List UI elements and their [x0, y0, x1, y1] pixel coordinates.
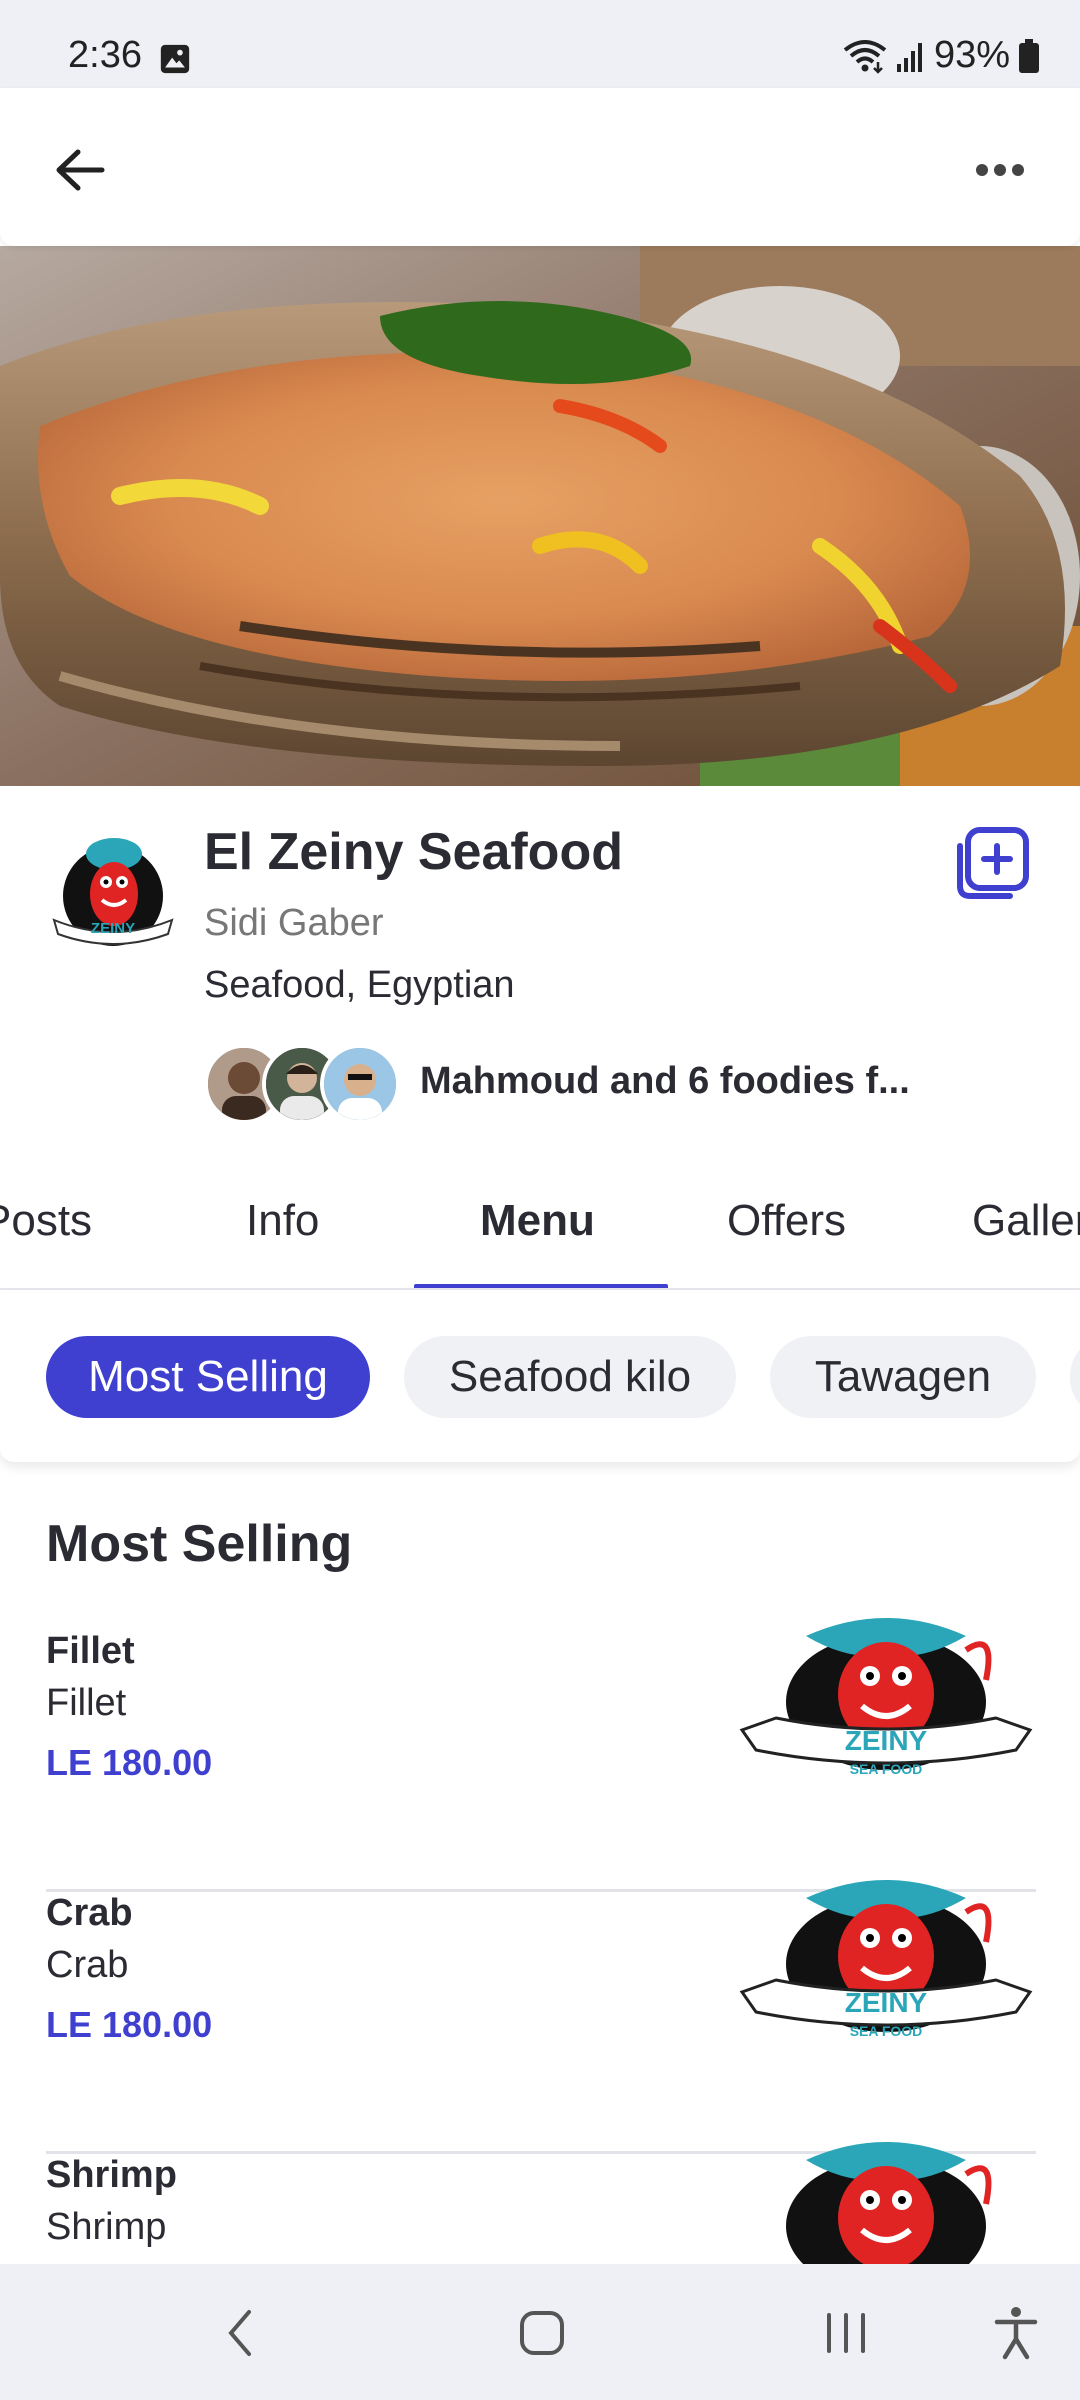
nav-home-button[interactable]: [502, 2298, 582, 2368]
restaurant-area: Sidi Gaber: [204, 902, 384, 944]
chip-seafood-kilo[interactable]: Seafood kilo: [404, 1336, 736, 1418]
restaurant-name: El Zeiny Seafood: [204, 823, 623, 881]
item-name: Shrimp: [46, 2154, 177, 2196]
hero-image: [0, 246, 1080, 786]
more-dots-icon: [976, 164, 1024, 176]
logo-brand-text: ZEINY: [845, 1725, 928, 1756]
signal-icon: [896, 42, 922, 72]
foodie-avatars[interactable]: [204, 1044, 404, 1126]
item-description: Fillet: [46, 1682, 127, 1724]
logo-sub-text: SEA FOOD: [850, 1761, 923, 1777]
more-options-button[interactable]: [960, 134, 1040, 206]
nav-back-button[interactable]: [200, 2298, 280, 2368]
nav-home-icon: [520, 2311, 564, 2355]
nav-recents-icon: [827, 2313, 865, 2353]
tab-info[interactable]: Info: [246, 1196, 319, 1246]
item-name: Crab: [46, 1892, 133, 1934]
avatar: [320, 1044, 400, 1124]
tab-posts[interactable]: Posts: [0, 1196, 92, 1246]
chip-most-selling[interactable]: Most Selling: [46, 1336, 370, 1418]
item-name: Fillet: [46, 1630, 135, 1672]
menu-item-shrimp[interactable]: Shrimp Shrimp: [46, 2142, 1036, 2264]
status-right: 93%: [842, 34, 1040, 77]
category-chips: Most Selling Seafood kilo Tawagen: [0, 1290, 1080, 1462]
battery-percent: 93%: [933, 34, 1010, 76]
battery-icon: [1019, 38, 1039, 73]
item-price: LE 180.00: [46, 2004, 213, 2045]
nav-back-icon: [228, 2310, 251, 2356]
tab-bar: Posts Info Menu Offers Gallery: [0, 1156, 1080, 1290]
nav-recents-button[interactable]: [806, 2298, 886, 2368]
item-price: LE 180.00: [46, 1742, 213, 1783]
menu-item-fillet[interactable]: Fillet Fillet LE 180.00 ZEINY SEA FOOD: [46, 1618, 1036, 1892]
menu-item-crab[interactable]: Crab Crab LE 180.00 ZEINY SEA FOOD: [46, 1880, 1036, 2154]
status-bar: 2:36 93%: [0, 0, 1080, 88]
restaurant-logo: ZEINY: [52, 838, 174, 946]
logo-brand-text: ZEINY: [91, 920, 135, 937]
foodies-followers-text[interactable]: Mahmoud and 6 foodies f...: [420, 1060, 910, 1103]
accessibility-icon: [994, 2307, 1038, 2360]
tab-gallery[interactable]: Gallery: [972, 1196, 1080, 1246]
system-nav-bar: [0, 2264, 1080, 2400]
restaurant-info: ZEINY El Zeiny Seafood Sidi Gaber Seafoo…: [0, 786, 1080, 1156]
image-icon: [160, 44, 190, 74]
accessibility-button[interactable]: [976, 2298, 1056, 2368]
status-time: 2:36: [68, 34, 142, 76]
menu-list: Most Selling Fillet Fillet LE 180.00 ZEI…: [0, 1462, 1080, 2264]
add-collection-icon[interactable]: [954, 826, 1030, 902]
back-button[interactable]: [44, 134, 116, 206]
section-title: Most Selling: [46, 1515, 353, 1573]
seafood-dish-photo: [0, 246, 1080, 786]
item-logo-image: ZEINY SEA FOOD: [739, 1880, 1033, 2039]
wifi-icon: [843, 39, 887, 74]
logo-sub-text: SEA FOOD: [850, 2023, 923, 2039]
chip-more[interactable]: [1070, 1336, 1080, 1418]
item-logo-image: [786, 2142, 992, 2264]
back-arrow-icon: [56, 149, 105, 191]
chip-tawagen[interactable]: Tawagen: [770, 1336, 1036, 1418]
logo-brand-text: ZEINY: [845, 1987, 928, 2018]
item-description: Shrimp: [46, 2206, 167, 2248]
tab-menu[interactable]: Menu: [480, 1196, 595, 1246]
restaurant-cuisine: Seafood, Egyptian: [204, 964, 515, 1006]
item-logo-image: ZEINY SEA FOOD: [739, 1618, 1033, 1777]
tab-offers[interactable]: Offers: [727, 1196, 846, 1246]
app-header: [0, 88, 1080, 246]
item-description: Crab: [46, 1944, 129, 1986]
